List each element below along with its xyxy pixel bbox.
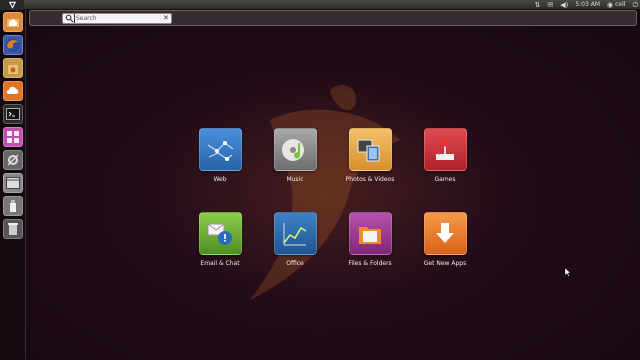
launcher-software-center[interactable]: [3, 58, 23, 78]
music-cd-icon: [282, 138, 304, 161]
shortcut-office[interactable]: Office: [255, 212, 335, 272]
office-tile[interactable]: [273, 212, 317, 255]
messaging-icon[interactable]: ✉: [547, 0, 553, 10]
shopping-bag-icon: [8, 65, 18, 74]
launcher-applications[interactable]: [3, 173, 23, 193]
globe-icon: [207, 140, 234, 161]
volume-icon[interactable]: ◀): [560, 0, 568, 10]
shortcut-label-music: Music: [286, 176, 304, 183]
get-new-apps-tile[interactable]: [423, 212, 467, 255]
dolphin-watermark: [250, 85, 400, 300]
search-icon: [65, 14, 74, 23]
shortcut-label-files-folders: Files & Folders: [348, 260, 392, 267]
shortcut-label-office: Office: [286, 260, 304, 267]
user-menu[interactable]: ◉ cell: [607, 0, 625, 10]
search-box[interactable]: ✕: [62, 13, 172, 24]
launcher-home-folder[interactable]: [3, 12, 23, 32]
user-name: cell: [615, 1, 626, 8]
joystick-icon: [436, 139, 454, 160]
photos-videos-tile[interactable]: [348, 128, 392, 171]
clock[interactable]: 5:03 AM: [575, 0, 600, 10]
shortcut-get-new-apps[interactable]: Get New Apps: [405, 212, 485, 272]
shortcut-files-folders[interactable]: Files & Folders: [330, 212, 410, 272]
shortcut-label-web: Web: [213, 176, 227, 183]
shortcut-email-chat[interactable]: Email & Chat: [180, 212, 260, 272]
shortcut-photos-videos[interactable]: Photos & Videos: [330, 128, 410, 188]
search-input[interactable]: [74, 14, 162, 23]
music-tile[interactable]: [273, 128, 317, 171]
launcher-firefox[interactable]: [3, 35, 23, 55]
launcher-usb-drive[interactable]: [3, 196, 23, 216]
files-folders-tile[interactable]: [348, 212, 392, 255]
download-arrow-icon: [436, 222, 454, 243]
clear-search-icon[interactable]: ✕: [163, 14, 169, 23]
settings-icon: [7, 154, 19, 166]
shortcut-label-get-new-apps: Get New Apps: [423, 260, 467, 267]
email-chat-tile[interactable]: [198, 212, 242, 255]
games-tile[interactable]: [423, 128, 467, 171]
launcher-workspaces[interactable]: [3, 127, 23, 147]
launcher-ubuntu-one[interactable]: [3, 81, 23, 101]
trash-icon: [8, 223, 18, 235]
launcher-trash[interactable]: [3, 219, 23, 239]
power-icon[interactable]: ⏻: [632, 0, 638, 10]
shortcut-games[interactable]: Games: [405, 128, 485, 188]
terminal-icon: [6, 108, 20, 120]
top-panel: ⇅ ✉ ◀) 5:03 AM ◉ cell ⏻: [0, 0, 640, 10]
user-icon: ◉: [607, 1, 614, 9]
workspaces-icon: [7, 131, 19, 143]
launcher-terminal[interactable]: [3, 104, 23, 124]
shortcut-music[interactable]: Music: [255, 128, 335, 188]
ubuntu-logo-icon: [8, 1, 16, 9]
files-folders-icon: [359, 226, 381, 244]
home-folder-icon: [7, 19, 19, 27]
applications-icon: [6, 177, 20, 189]
network-icon[interactable]: ⇅: [534, 0, 540, 10]
shortcut-label-email-chat: Email & Chat: [200, 260, 240, 267]
shortcut-label-photos-videos: Photos & Videos: [345, 176, 395, 183]
shortcut-web[interactable]: Web: [180, 128, 260, 188]
indicator-area: ⇅ ✉ ◀) 5:03 AM ◉ cell ⏻: [534, 0, 638, 10]
photos-videos-icon: [357, 139, 380, 161]
mouse-cursor-icon: [565, 268, 571, 277]
launcher-system-settings[interactable]: [3, 150, 23, 170]
usb-icon: [10, 200, 16, 212]
office-chart-icon: [283, 222, 307, 245]
firefox-icon: [6, 38, 20, 52]
email-chat-icon: [207, 223, 232, 245]
dash-home-button[interactable]: [0, 0, 24, 10]
web-tile[interactable]: [198, 128, 242, 171]
ubuntu-one-icon: [6, 86, 19, 94]
shortcut-label-games: Games: [434, 176, 456, 183]
launcher: [0, 10, 26, 360]
